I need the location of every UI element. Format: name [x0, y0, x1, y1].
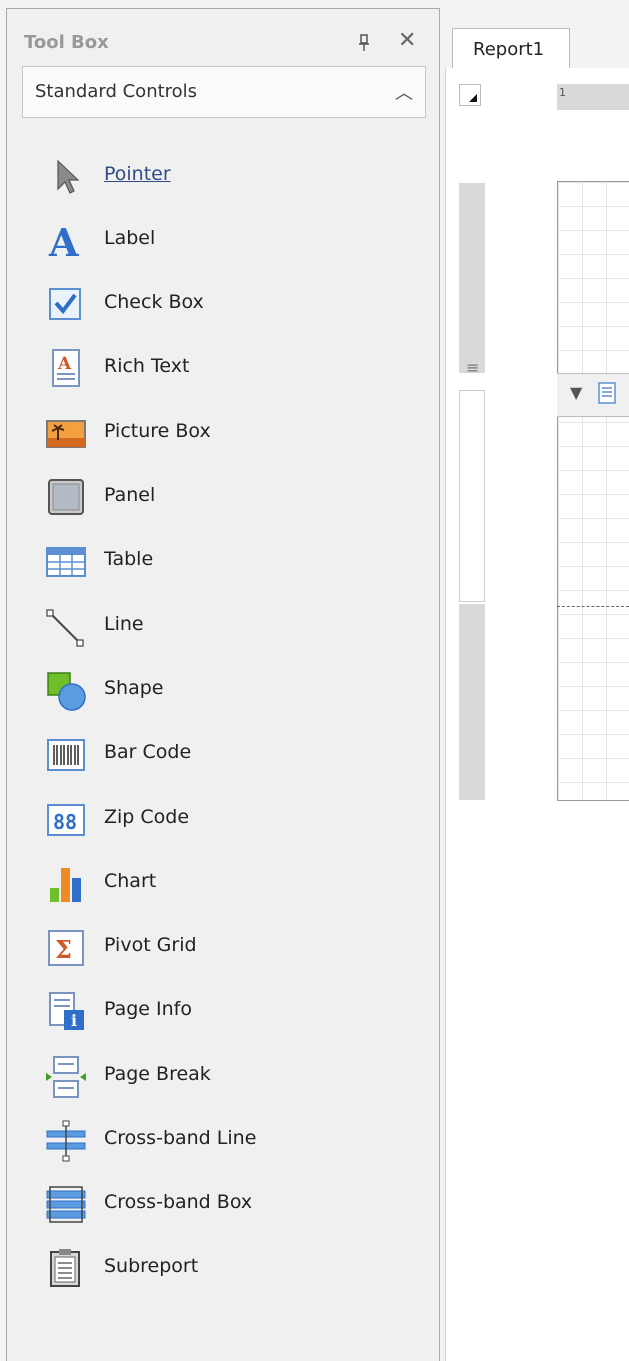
standard-controls-group-header[interactable]: Standard Controls ︿ — [22, 66, 426, 118]
tool-label: Table — [104, 548, 154, 570]
tool-check-box[interactable]: Check Box — [36, 279, 416, 327]
tool-page-break[interactable]: Page Break — [36, 1051, 416, 1099]
band-divider — [557, 606, 629, 607]
rich-text-icon: A — [52, 349, 80, 387]
tool-label: Page Break — [104, 1063, 211, 1085]
ruler-label: 1 — [559, 86, 566, 99]
tool-label: Bar Code — [104, 741, 192, 763]
band-header[interactable] — [557, 373, 629, 417]
tool-zip-code[interactable]: 88 Zip Code — [36, 794, 416, 842]
tool-pivot-grid[interactable]: Σ Pivot Grid — [36, 922, 416, 970]
zipcode-icon: 88 — [47, 804, 85, 836]
svg-text:A: A — [57, 354, 72, 374]
tool-label: Page Info — [104, 998, 192, 1020]
tool-label: Chart — [104, 870, 157, 892]
svg-text:A: A — [48, 220, 79, 263]
subreport-icon — [50, 1249, 80, 1287]
line-icon — [46, 609, 84, 647]
tool-panel[interactable]: Panel — [36, 472, 416, 520]
report-page[interactable] — [557, 181, 629, 801]
pointer-icon — [57, 159, 80, 194]
tool-label: Rich Text — [104, 355, 190, 377]
tool-label: Label — [104, 227, 156, 249]
tool-label: Shape — [104, 677, 164, 699]
shape-icon — [47, 672, 86, 711]
picture-box-icon — [46, 420, 86, 448]
tool-label: Line — [104, 613, 144, 635]
tool-label: Cross-band Box — [104, 1191, 253, 1213]
tool-label: Subreport — [104, 1255, 199, 1277]
toolbox-title: Tool Box — [24, 32, 109, 53]
tab-report1[interactable]: Report1 — [452, 28, 570, 70]
tool-label: Zip Code — [104, 806, 190, 828]
tool-label: Check Box — [104, 291, 204, 313]
tool-label[interactable]: A Label — [36, 215, 416, 263]
tool-rich-text[interactable]: A Rich Text — [36, 343, 416, 391]
checkbox-icon — [49, 288, 81, 320]
pin-icon[interactable] — [358, 34, 370, 52]
svg-text:i: i — [71, 1011, 77, 1030]
tool-label: Cross-band Line — [104, 1127, 257, 1149]
barcode-icon — [47, 739, 85, 771]
page-info-icon: i — [49, 992, 84, 1030]
tool-subreport[interactable]: Subreport — [36, 1243, 416, 1291]
tool-label: Pointer — [104, 163, 171, 185]
tool-chart[interactable]: Chart — [36, 858, 416, 906]
tool-label: Picture Box — [104, 420, 211, 442]
vertical-ruler-band1 — [459, 183, 485, 373]
tool-label: Pivot Grid — [104, 934, 197, 956]
tool-page-info[interactable]: i Page Info — [36, 986, 416, 1034]
crossband-line-icon — [46, 1120, 86, 1162]
panel-icon — [48, 479, 84, 515]
tool-cross-band-box[interactable]: Cross-band Box — [36, 1179, 416, 1227]
close-icon[interactable]: ✕ — [398, 30, 416, 52]
crossband-box-icon — [46, 1186, 86, 1223]
vertical-ruler-band2 — [459, 390, 485, 602]
ruler-corner-button[interactable] — [459, 84, 481, 106]
page-break-icon — [46, 1056, 86, 1098]
group-label: Standard Controls — [35, 81, 198, 102]
tool-bar-code[interactable]: Bar Code — [36, 729, 416, 777]
tool-shape[interactable]: Shape — [36, 665, 416, 713]
band-detail-icon — [598, 382, 616, 404]
tool-cross-band-line[interactable]: Cross-band Line — [36, 1115, 416, 1163]
pivot-grid-icon: Σ — [48, 930, 84, 966]
tool-picture-box[interactable]: Picture Box — [36, 408, 416, 456]
label-icon: A — [48, 220, 79, 263]
svg-text:Σ: Σ — [55, 935, 72, 964]
table-icon — [46, 547, 86, 577]
chevron-up-icon[interactable]: ︿ — [395, 79, 413, 105]
tool-label: Panel — [104, 484, 156, 506]
tab-label: Report1 — [473, 39, 545, 60]
band-grip-icon[interactable]: ≡ — [466, 358, 479, 377]
tool-table[interactable]: Table — [36, 536, 416, 584]
vertical-ruler-band3 — [459, 604, 485, 800]
band-expand-arrow-icon[interactable]: ▼ — [570, 383, 582, 402]
tool-line[interactable]: Line — [36, 601, 416, 649]
chart-icon — [50, 868, 81, 902]
horizontal-ruler: 1 — [557, 84, 629, 110]
tool-pointer[interactable]: Pointer — [36, 151, 416, 199]
svg-text:88: 88 — [53, 810, 77, 834]
